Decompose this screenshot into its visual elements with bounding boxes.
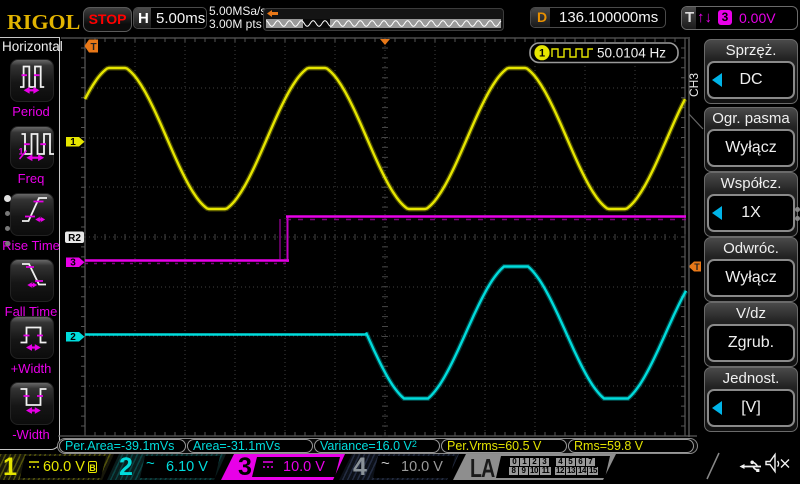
svg-text:CH3: CH3 bbox=[687, 73, 701, 97]
svg-text:1: 1 bbox=[70, 137, 76, 148]
svg-text:T: T bbox=[90, 42, 96, 53]
svg-text:R2: R2 bbox=[68, 233, 81, 244]
svg-text:3: 3 bbox=[70, 258, 76, 269]
svg-text:T: T bbox=[694, 262, 700, 272]
svg-text:50.0104 Hz: 50.0104 Hz bbox=[597, 46, 666, 61]
svg-text:2: 2 bbox=[70, 332, 76, 343]
svg-text:1: 1 bbox=[539, 48, 545, 60]
